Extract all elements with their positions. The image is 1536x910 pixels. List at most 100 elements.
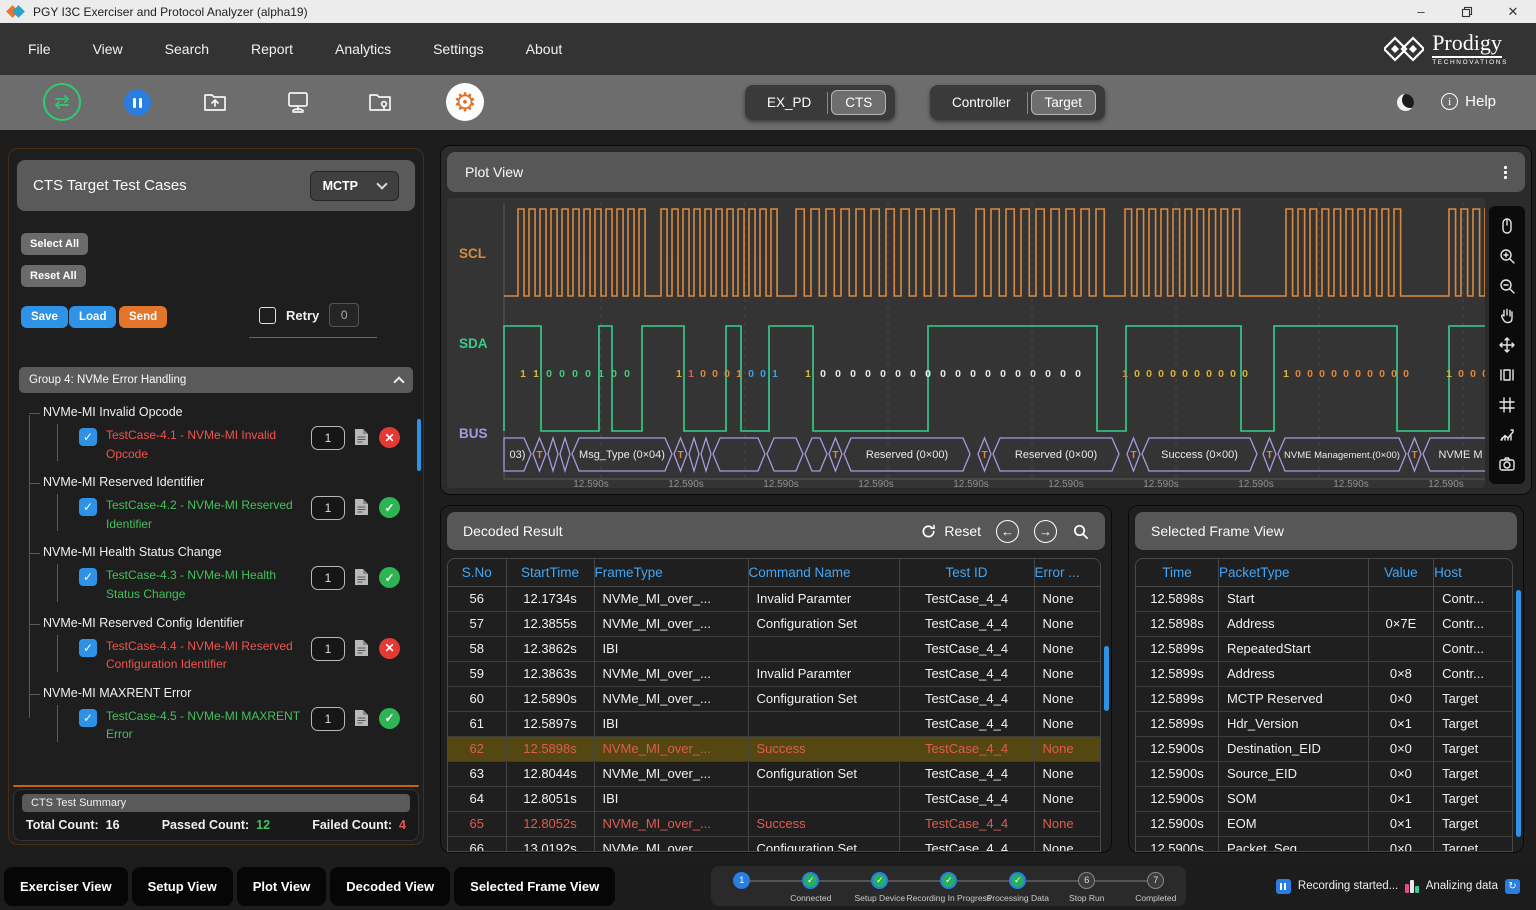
table-row[interactable]: 5912.3863sNVMe_MI_over_...Invalid Paramt…	[448, 661, 1101, 686]
refresh-icon[interactable]: ↻	[1505, 879, 1520, 894]
settings-gear-icon[interactable]: ⚙	[446, 83, 484, 121]
send-button[interactable]: Send	[119, 306, 167, 328]
column-header[interactable]: Value	[1368, 559, 1433, 586]
table-row[interactable]: 6212.5898sNVMe_MI_over_...SuccessTestCas…	[448, 736, 1101, 761]
waveform-canvas[interactable]: SCLSDABUS1100001001100010011000000000000…	[447, 198, 1485, 488]
checkbox-checked-icon[interactable]: ✓	[79, 568, 97, 586]
table-row[interactable]: 6312.8044sNVMe_MI_over_...Configuration …	[448, 761, 1101, 786]
test-case-label[interactable]: TestCase-4.4 - NVMe-MI Reserved Configur…	[106, 637, 302, 674]
exerciser-tool-icon[interactable]	[43, 83, 81, 121]
decoded-scrollbar[interactable]	[1104, 646, 1109, 711]
retry-count-input[interactable]	[329, 303, 359, 327]
document-icon[interactable]	[354, 568, 370, 591]
load-button[interactable]: Load	[69, 306, 116, 328]
column-header[interactable]: Error ...	[1034, 559, 1101, 586]
test-case-label[interactable]: TestCase-4.2 - NVMe-MI Reserved Identifi…	[106, 496, 302, 533]
test-case-label[interactable]: TestCase-4.3 - NVMe-MI Health Status Cha…	[106, 566, 302, 603]
table-row[interactable]: 12.5900sDestination_EID0×0Target	[1136, 736, 1512, 761]
table-row[interactable]: 6412.8051sIBITestCase_4_4None	[448, 786, 1101, 811]
save-button[interactable]: Save	[21, 306, 68, 328]
iteration-count-input[interactable]: 1	[311, 426, 345, 450]
toggle-ex_pd[interactable]: EX_PD	[751, 91, 827, 114]
table-row[interactable]: 6512.8052sNVMe_MI_over_...SuccessTestCas…	[448, 811, 1101, 836]
test-list-scrollbar[interactable]	[417, 419, 421, 471]
select-all-button[interactable]: Select All	[21, 233, 88, 255]
view-button-plot-view[interactable]: Plot View	[237, 867, 327, 906]
view-button-selected-frame-view[interactable]: Selected Frame View	[454, 867, 615, 906]
group-header[interactable]: Group 4: NVMe Error Handling	[19, 367, 413, 393]
toggle-controller[interactable]: Controller	[936, 91, 1027, 114]
view-button-setup-view[interactable]: Setup View	[132, 867, 233, 906]
document-icon[interactable]	[354, 498, 370, 521]
checkbox-checked-icon[interactable]: ✓	[79, 639, 97, 657]
table-row[interactable]: 12.5899sAddress0×8Contr...	[1136, 661, 1512, 686]
document-icon[interactable]	[354, 428, 370, 451]
table-row[interactable]: 12.5900sSource_EID0×0Target	[1136, 761, 1512, 786]
folder-upload-icon[interactable]	[196, 83, 234, 121]
zoom-out-icon[interactable]	[1497, 276, 1517, 296]
folder-location-icon[interactable]	[361, 83, 399, 121]
column-header[interactable]: Command Name	[748, 559, 899, 586]
table-row[interactable]: 12.5898sAddress0×7EContr...	[1136, 611, 1512, 636]
menu-about[interactable]: About	[512, 33, 577, 65]
test-case-row[interactable]: ✓ TestCase-4.3 - NVMe-MI Health Status Ch…	[79, 566, 413, 603]
toggle-target[interactable]: Target	[1031, 90, 1097, 115]
checkbox-checked-icon[interactable]: ✓	[79, 709, 97, 727]
table-row[interactable]: 12.5900sPacket_Seq0×0Target	[1136, 836, 1512, 852]
move-tool-icon[interactable]	[1497, 335, 1517, 355]
menu-file[interactable]: File	[14, 33, 65, 65]
zoom-in-icon[interactable]	[1497, 246, 1517, 266]
test-case-row[interactable]: ✓TestCase-4.5 - NVMe-MI MAXRENT Error1✓	[79, 707, 413, 744]
reset-all-button[interactable]: Reset All	[21, 265, 86, 287]
menu-search[interactable]: Search	[151, 33, 223, 65]
table-row[interactable]: 12.5899sRepeatedStartContr...	[1136, 636, 1512, 661]
help-button[interactable]: i Help	[1441, 93, 1496, 110]
column-header[interactable]: Host	[1434, 559, 1512, 586]
table-row[interactable]: 6613.0192sNVMe_MI_over_...Configuration …	[448, 836, 1101, 852]
table-row[interactable]: 5612.1734sNVMe_MI_over_...Invalid Paramt…	[448, 586, 1101, 611]
menu-analytics[interactable]: Analytics	[321, 33, 405, 65]
view-button-exerciser-view[interactable]: Exerciser View	[4, 867, 128, 906]
test-case-row[interactable]: ✓TestCase-4.1 - NVMe-MI Invalid Opcode1✕	[79, 426, 413, 463]
retry-checkbox[interactable]	[259, 307, 276, 324]
reset-button[interactable]: Reset	[920, 523, 981, 540]
test-case-row[interactable]: ✓TestCase-4.2 - NVMe-MI Reserved Identif…	[79, 496, 413, 533]
search-icon[interactable]	[1072, 523, 1089, 540]
iteration-count-input[interactable]: 1	[311, 707, 345, 731]
dark-mode-moon-icon[interactable]	[1397, 94, 1414, 111]
chart-tool-icon[interactable]	[1497, 424, 1517, 444]
pause-tool-icon[interactable]	[124, 89, 151, 116]
table-row[interactable]: 12.5900sSOM0×1Target	[1136, 786, 1512, 811]
device-monitor-icon[interactable]	[279, 83, 317, 121]
table-row[interactable]: 5812.3862sIBITestCase_4_4None	[448, 636, 1101, 661]
table-row[interactable]: 12.5899sHdr_Version0×1Target	[1136, 711, 1512, 736]
cursor-tool-icon[interactable]	[1497, 216, 1517, 236]
split-view-icon[interactable]	[1497, 365, 1517, 385]
restore-button[interactable]	[1444, 0, 1490, 23]
column-header[interactable]: StartTime	[506, 559, 594, 586]
document-icon[interactable]	[354, 709, 370, 732]
test-case-label[interactable]: TestCase-4.5 - NVMe-MI MAXRENT Error	[106, 707, 302, 744]
column-header[interactable]: Test ID	[899, 559, 1034, 586]
column-header[interactable]: PacketType	[1218, 559, 1368, 586]
iteration-count-input[interactable]: 1	[311, 496, 345, 520]
table-row[interactable]: 12.5900sEOM0×1Target	[1136, 811, 1512, 836]
column-header[interactable]: S.No	[448, 559, 506, 586]
previous-result-button[interactable]: ←	[996, 520, 1019, 543]
screenshot-camera-icon[interactable]	[1497, 454, 1517, 474]
iteration-count-input[interactable]: 1	[311, 566, 345, 590]
menu-settings[interactable]: Settings	[419, 33, 498, 65]
test-case-row[interactable]: ✓ TestCase-4.4 - NVMe-MI Reserved Configu…	[79, 637, 413, 674]
frame-view-scrollbar[interactable]	[1516, 590, 1521, 837]
view-button-decoded-view[interactable]: Decoded View	[330, 867, 450, 906]
table-row[interactable]: 6012.5890sNVMe_MI_over_...Configuration …	[448, 686, 1101, 711]
close-button[interactable]: ✕	[1490, 0, 1536, 23]
table-row[interactable]: 12.5898sStartContr...	[1136, 586, 1512, 611]
table-row[interactable]: 12.5899sMCTP Reserved0×0Target	[1136, 686, 1512, 711]
toggle-cts[interactable]: CTS	[831, 90, 886, 115]
menu-report[interactable]: Report	[237, 33, 307, 65]
next-result-button[interactable]: →	[1034, 520, 1057, 543]
grid-icon[interactable]	[1497, 395, 1517, 415]
table-row[interactable]: 5712.3855sNVMe_MI_over_...Configuration …	[448, 611, 1101, 636]
column-header[interactable]: Time	[1136, 559, 1218, 586]
